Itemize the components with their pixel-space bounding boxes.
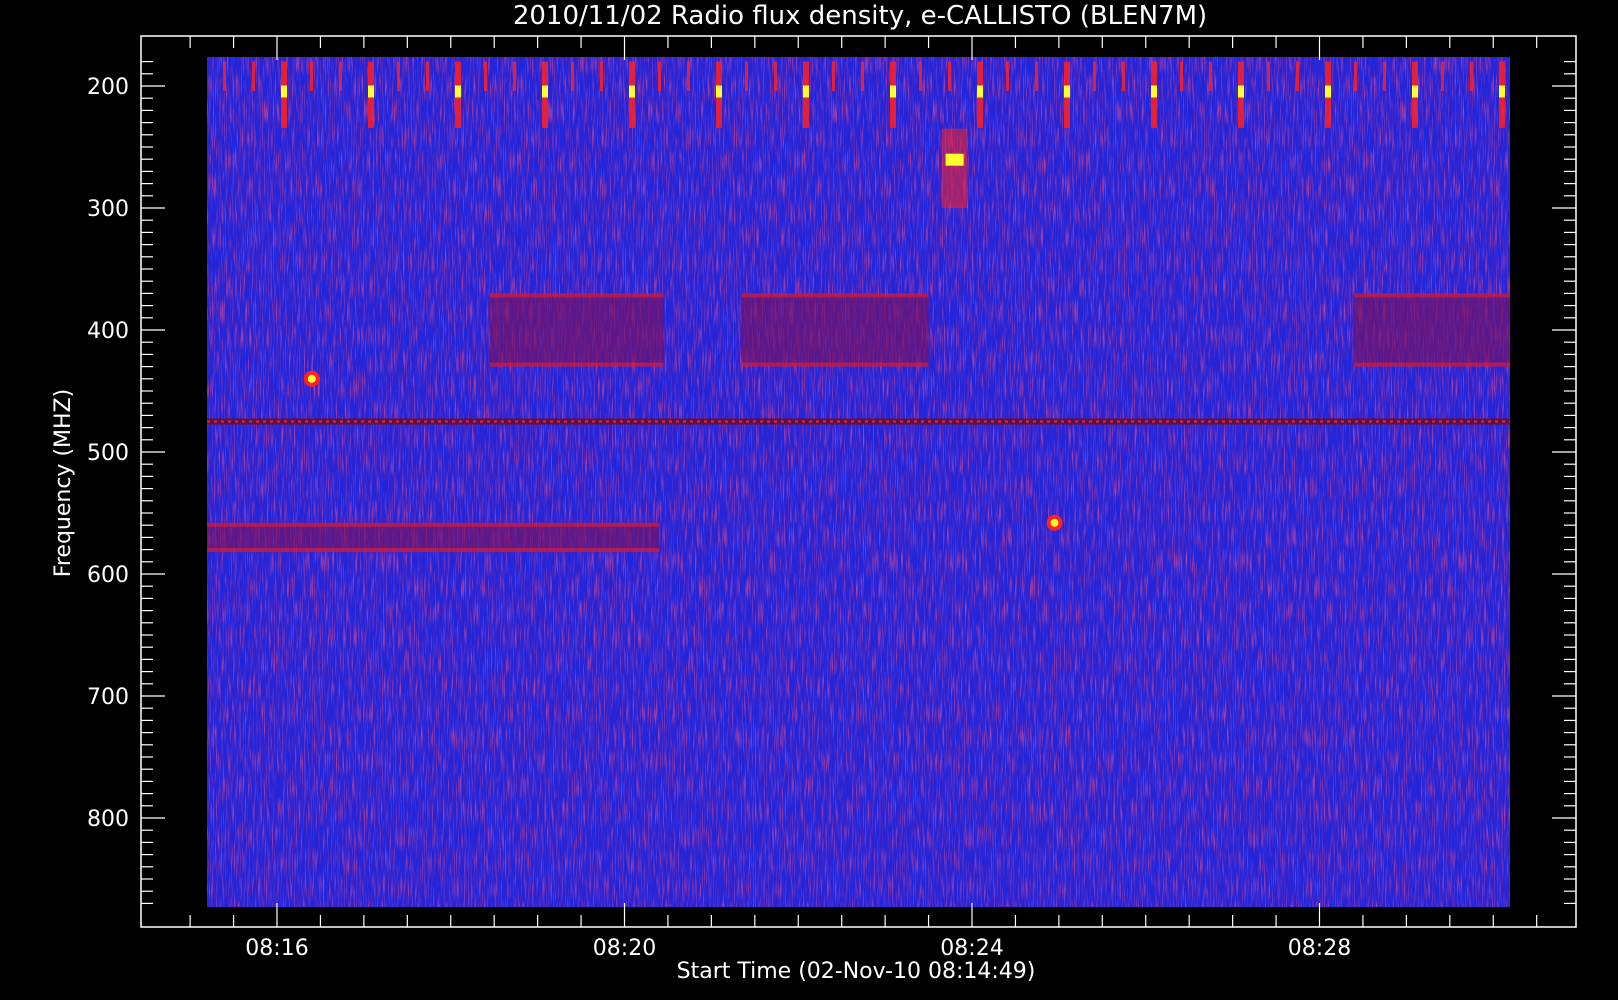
interference-burst [484,61,487,91]
interference-burst [919,61,922,91]
burst-peak [977,85,983,98]
spectrogram-chart: 2010/11/02 Radio flux density, e-CALLIST… [51,1,1577,984]
noise-overlay [207,57,1510,907]
interference-burst [1441,61,1444,91]
emission-band-edge [489,293,664,298]
burst-peak [1499,85,1505,98]
burst-peak [803,85,809,98]
x-tick-label: 08:24 [940,936,1003,961]
interference-burst [339,61,342,91]
interference-burst [1296,61,1299,91]
burst-cluster [941,128,968,208]
emission-band-edge [1354,362,1510,367]
burst-peak [629,85,635,98]
interference-burst [745,61,748,91]
y-axis-label: Frequency (MHZ) [51,389,76,577]
burst-peak [716,85,722,98]
interference-burst [397,61,400,91]
y-tick-label: 300 [87,197,129,222]
interference-burst [1093,61,1096,91]
emission-band-edge [741,293,929,298]
point-source-core [1050,518,1059,527]
interference-burst [1006,61,1009,91]
interference-burst [310,61,313,91]
interference-burst [1209,61,1212,91]
emission-band-edge [207,522,660,527]
emission-band-edge [489,362,664,367]
interference-burst [1470,61,1473,91]
emission-band [1354,293,1510,367]
interference-burst [687,61,690,91]
burst-cluster-peak [945,153,964,166]
interference-burst [658,61,661,91]
interference-burst [948,61,951,91]
burst-peak [455,85,461,98]
interference-burst [1354,61,1357,91]
y-tick-label: 600 [87,563,129,588]
emission-band-edge [207,548,660,553]
burst-peak [1412,85,1418,98]
burst-peak [542,85,548,98]
burst-peak [368,85,374,98]
burst-peak [1151,85,1157,98]
burst-peak [281,85,287,98]
burst-peak [1238,85,1244,98]
burst-peak [1325,85,1331,98]
x-tick-label: 08:20 [593,936,656,961]
emission-band [207,522,660,553]
interference-burst [861,61,864,91]
interference-burst [600,61,603,91]
emission-band [489,293,664,367]
interference-burst [223,61,226,91]
interference-burst [252,61,255,91]
y-tick-label: 200 [87,75,129,100]
interference-burst [426,61,429,91]
y-tick-label: 700 [87,685,129,710]
x-axis-label: Start Time (02-Nov-10 08:14:49) [677,959,1036,984]
interference-burst [1383,61,1386,91]
emission-band-edge [741,362,929,367]
emission-band [741,293,929,367]
x-tick-label: 08:16 [245,936,308,961]
x-tick-label: 08:28 [1288,936,1351,961]
burst-peak [890,85,896,98]
chart-title: 2010/11/02 Radio flux density, e-CALLIST… [513,1,1207,31]
interference-burst [513,61,516,91]
interference-burst [1267,61,1270,91]
point-source-core [307,374,316,383]
y-tick-label: 400 [87,319,129,344]
interference-burst [1035,61,1038,91]
interference-burst [774,61,777,91]
interference-burst [832,61,835,91]
interference-burst [571,61,574,91]
y-tick-label: 500 [87,441,129,466]
interference-burst [1180,61,1183,91]
burst-peak [1064,85,1070,98]
y-tick-label: 800 [87,807,129,832]
interference-burst [1122,61,1125,91]
emission-band-edge [1354,293,1510,298]
